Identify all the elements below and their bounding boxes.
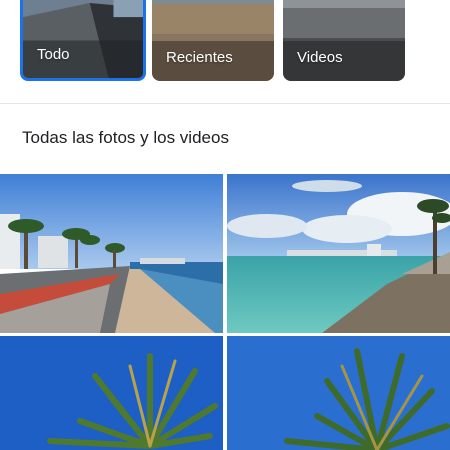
photo-thumbnail[interactable] [227, 336, 450, 450]
section-divider [0, 103, 450, 104]
filter-card-todo-label: Todo [37, 46, 70, 63]
filter-card-videos-label: Videos [297, 49, 343, 66]
filter-card-recientes[interactable]: Recientes [152, 0, 274, 81]
photo-thumbnail[interactable] [0, 336, 223, 450]
filter-card-recientes-label: Recientes [166, 49, 233, 66]
photo-thumbnail[interactable] [0, 174, 223, 333]
filter-card-todo[interactable]: Todo [20, 0, 146, 81]
filter-chips-row: Todo Recientes Videos [0, 0, 450, 90]
filter-card-videos[interactable]: Videos [283, 0, 405, 81]
section-title: Todas las fotos y los videos [22, 128, 229, 147]
photo-thumbnail[interactable] [227, 174, 450, 333]
filter-card-videos-thumbnail [283, 0, 405, 81]
filter-card-recientes-thumbnail [152, 0, 274, 81]
photo-grid [0, 174, 450, 450]
filter-card-todo-thumbnail [23, 0, 143, 78]
